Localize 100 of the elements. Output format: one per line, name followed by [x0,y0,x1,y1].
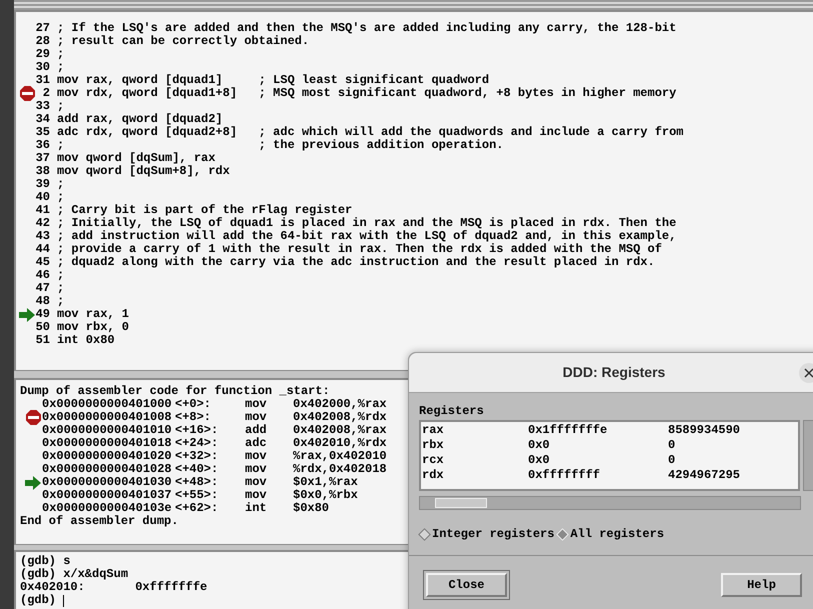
address: 0x0000000000401037 [42,489,173,502]
line-number: 35 [35,126,50,139]
code-line: ; [57,178,64,191]
code-line: mov rax, qword [dquad1] ; LSQ least significant quadword [57,74,490,87]
operands: $0x1,%rax [293,476,358,489]
line-number: 49 [35,308,50,321]
register-value: 4294967295 [668,468,740,483]
register-name: rax [422,423,445,438]
register-value: 0 [668,438,676,453]
register-hex: 0x1fffffffe [528,423,608,438]
address: 0x0000000000401008 [42,411,173,424]
line-number: 39 [35,178,50,191]
address: 0x0000000000401020 [42,450,173,463]
code-line: adc rdx, qword [dquad2+8] ; adc which will add the quadwords and include a carry from [57,126,684,139]
offset: <+16>: [175,424,220,437]
register-value: 8589934590 [668,423,740,438]
operands: 0x402000,%rax [293,398,387,411]
mnemonic: mov [245,476,268,489]
code-line: ; [57,100,64,113]
address: 0x0000000000401030 [42,476,173,489]
line-number: 36 [35,139,50,152]
mnemonic: mov [245,463,268,476]
mnemonic: mov [245,489,268,502]
operands: %rax,0x402010 [293,450,387,463]
code-line: int 0x80 [57,334,115,347]
line-number: 27 [35,22,50,35]
code-line: ; result can be correctly obtained. [57,35,310,48]
code-line: ; [57,269,64,282]
line-number: 48 [35,295,50,308]
operands: 0x402010,%rdx [293,437,387,450]
code-line: ; dquad2 along with the carry via the adc instruction and the result placed in rdx. [57,256,655,269]
line-number: 28 [35,35,50,48]
registers-label: Registers [419,404,484,419]
console-line: 0x402010: 0xfffffffe [20,581,208,594]
code-line: ; [57,282,64,295]
register-hex: 0x0 [528,453,551,468]
code-line: mov rax, 1 [57,308,130,321]
dump-footer: End of assembler dump. [20,515,813,528]
line-number: 47 [35,282,50,295]
code-line: ; provide a carry of 1 with the result in rax. Then the rdx is added with the MSQ of [57,243,662,256]
address: 0x000000000040103e [42,502,173,515]
mnemonic: int [245,502,268,515]
offset: <+55>: [175,489,220,502]
register-value: 0 [668,453,676,468]
mnemonic: adc [245,437,268,450]
line-number: 31 [35,74,50,87]
code-line: ; If the LSQ's are added and then the MSQ's are added including any carry, the 128-bit [57,22,676,35]
register-hex: 0xffffffff [528,468,602,483]
offset: <+62>: [175,502,220,515]
code-line: ; [57,61,64,74]
line-number: 41 [35,204,50,217]
mnemonic: mov [245,450,268,463]
line-number: 43 [35,230,50,243]
line-number: 34 [35,113,50,126]
code-line: ; ; the previous addition operation. [57,139,504,152]
dialog-title: DDD: Registers [562,363,666,382]
code-line: ; [57,191,64,204]
line-number: 44 [35,243,50,256]
mnemonic: add [245,424,268,437]
code-line: mov rbx, 0 [57,321,130,334]
code-line: mov qword [dqSum+8], rdx [57,165,230,178]
dump-header: Dump of assembler code for function _start: [20,385,331,398]
register-name: rdx [422,468,445,483]
code-line: ; add instruction will add the 64-bit rax with the LSQ of dquad2 and, in this example, [57,230,676,243]
address: 0x0000000000401010 [42,424,173,437]
offset: <+32>: [175,450,220,463]
line-number: 37 [35,152,50,165]
offset: <+48>: [175,476,220,489]
register-name: rcx [422,453,445,468]
line-number: 29 [35,48,50,61]
address: 0x0000000000401018 [42,437,173,450]
line-number: 30 [35,61,50,74]
console-line: (gdb) x/x&dqSum [20,568,128,581]
code-line: ; Carry bit is part of the rFlag register [57,204,352,217]
register-name: rbx [422,438,445,453]
operands: %rdx,0x402018 [293,463,387,476]
line-number: 40 [35,191,50,204]
operands: $0x80 [293,502,330,515]
line-number: 46 [35,269,50,282]
line-number: 45 [35,256,50,269]
operands: 0x402008,%rax [293,424,387,437]
address: 0x0000000000401000 [42,398,173,411]
address: 0x0000000000401028 [42,463,173,476]
offset: <+0>: [175,398,212,411]
code-line: mov rdx, qword [dquad1+8] ; MSQ most significant quadword, +8 bytes in higher memory [57,87,676,100]
line-number: 51 [35,334,50,347]
operands: $0x0,%rbx [293,489,358,502]
code-line: mov qword [dqSum], rax [57,152,216,165]
mnemonic: mov [245,398,268,411]
code-line: ; [57,48,64,61]
gdb-prompt: (gdb) [20,594,56,607]
mnemonic: mov [245,411,268,424]
code-line: ; Initially, the LSQ of dquad1 is placed in rax and the MSQ is placed in rdx. Then the [57,217,676,230]
line-number: 50 [35,321,50,334]
line-number: 2 [42,87,50,100]
code-line: ; [57,295,64,308]
line-number: 38 [35,165,50,178]
line-number: 42 [35,217,50,230]
line-number: 33 [35,100,50,113]
console-line: (gdb) s [20,555,70,568]
